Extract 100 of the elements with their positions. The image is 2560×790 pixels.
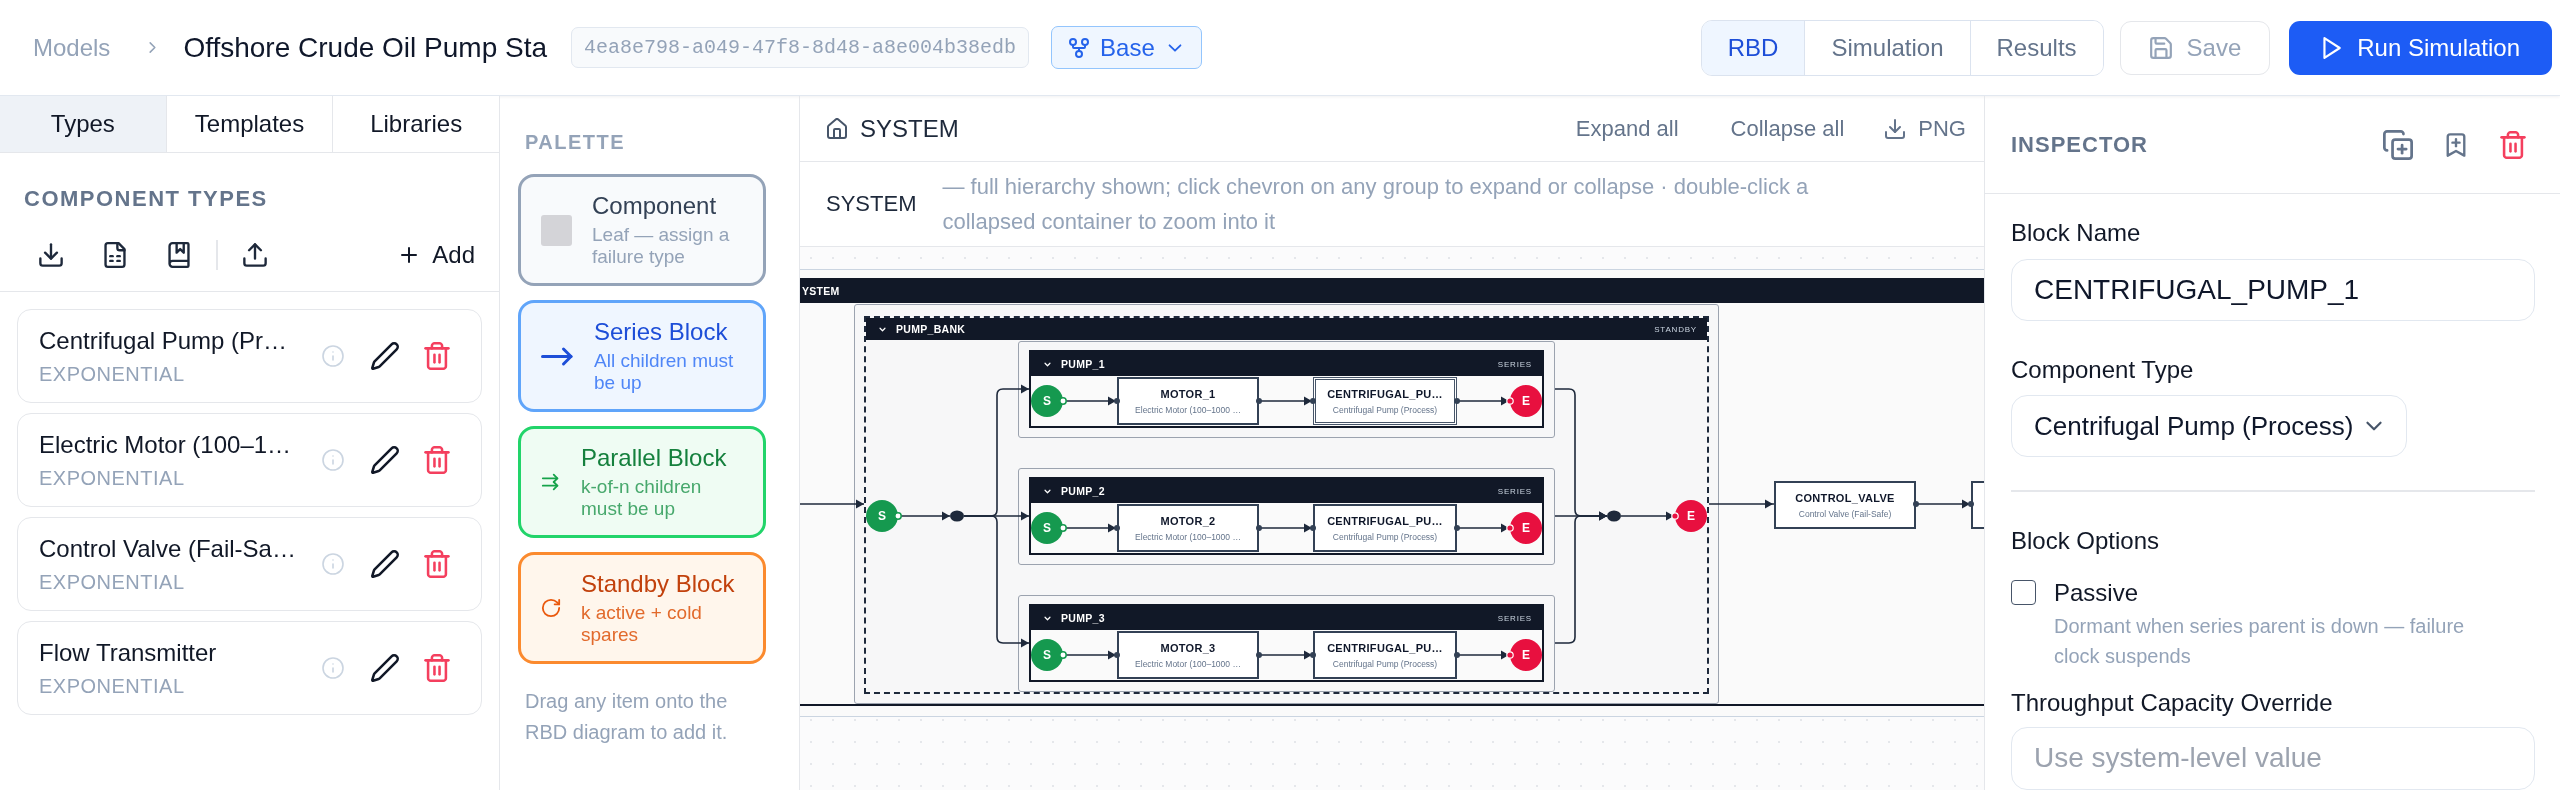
block-name-input[interactable]: CENTRIFUGAL_PUMP_1 xyxy=(2011,259,2535,321)
palette-item[interactable]: Series Block All children must be up xyxy=(518,300,766,412)
checkbox-hint: Dormant when series parent is down — failure clock suspends xyxy=(2054,613,2466,669)
field-label: Component Type xyxy=(2011,356,2194,384)
component-type-name: Electric Motor (100–1… xyxy=(39,430,292,459)
block-type: Centrifugal Pump (Process) xyxy=(1332,658,1438,669)
group-label: PUMP_1 xyxy=(1061,358,1106,370)
export-button[interactable]: PNG xyxy=(1884,115,1966,142)
upload-icon[interactable] xyxy=(241,242,268,268)
block-node[interactable]: MOTOR_1 Electric Motor (100–1000 … xyxy=(1117,377,1259,425)
rotate-icon xyxy=(541,598,561,618)
component-type-card[interactable]: Flow Transmitter EXPONENTIAL xyxy=(17,621,482,715)
block-type: Control Valve (Fail-Safe) xyxy=(1798,508,1892,519)
block-name: MOTOR_2 xyxy=(1160,514,1216,527)
block-name: MOTOR_3 xyxy=(1160,641,1216,654)
block-node[interactable] xyxy=(1971,481,1984,529)
group-type-label: SERIES xyxy=(1497,359,1532,369)
block-name: MOTOR_1 xyxy=(1160,387,1216,400)
component-type-card[interactable]: Electric Motor (100–1… EXPONENTIAL xyxy=(17,413,482,507)
block-node[interactable]: CENTRIFUGAL_PU… Centrifugal Pump (Process) xyxy=(1313,631,1457,679)
distribution-label: EXPONENTIAL xyxy=(39,362,185,386)
palette-item-description: k active + cold spares xyxy=(581,602,703,646)
run-simulation-button[interactable]: Run Simulation xyxy=(2289,20,2552,75)
trash-icon[interactable] xyxy=(423,550,451,578)
field-label: Throughput Capacity Override xyxy=(2011,688,2333,717)
book-icon[interactable] xyxy=(166,242,192,268)
copy-plus-icon[interactable] xyxy=(2383,129,2413,160)
group-header[interactable]: PUMP_2 SERIES xyxy=(1031,479,1542,503)
connector-arrow xyxy=(1059,650,1120,660)
toolbar-link[interactable]: Expand all xyxy=(1575,115,1679,142)
download-icon xyxy=(1884,117,1907,140)
palette-item-description: All children must be up xyxy=(594,350,735,394)
capacity-input[interactable]: Use system-level value xyxy=(2011,726,2535,790)
connector-arrow xyxy=(1620,511,1679,521)
square-icon xyxy=(541,214,572,246)
group-label: PUMP_2 xyxy=(1061,485,1106,497)
distribution-label: EXPONENTIAL xyxy=(39,674,185,698)
group-label: PUMP_3 xyxy=(1061,612,1106,624)
palette-item[interactable]: Parallel Block k-of-n children must be up xyxy=(518,426,766,538)
block-node[interactable]: CENTRIFUGAL_PU… Centrifugal Pump (Process) xyxy=(1313,504,1457,552)
connector-arrow xyxy=(1454,523,1514,533)
download-icon[interactable] xyxy=(38,242,64,268)
group-header[interactable]: YSTEM xyxy=(800,278,1984,303)
group-type-label: STANDBY xyxy=(1654,324,1697,334)
model-title: Offshore Crude Oil Pump Sta xyxy=(183,31,548,64)
component-type-card[interactable]: Control Valve (Fail-Sa… EXPONENTIAL xyxy=(17,517,482,611)
group-type-label: SERIES xyxy=(1497,613,1532,623)
group-label: PUMP_BANK xyxy=(896,323,967,335)
block-type: Centrifugal Pump (Process) xyxy=(1332,531,1438,542)
palette-item[interactable]: Component Leaf — assign a failure type xyxy=(518,174,766,286)
section-title: COMPONENT TYPES xyxy=(24,186,269,212)
pencil-icon[interactable] xyxy=(371,654,399,682)
block-type: Electric Motor (100–1000 … xyxy=(1135,658,1241,669)
component-type-name: Flow Transmitter xyxy=(39,638,217,667)
palette-item[interactable]: Standby Block k active + cold spares xyxy=(518,552,766,664)
distribution-label: EXPONENTIAL xyxy=(39,570,185,594)
pencil-icon[interactable] xyxy=(371,550,399,578)
view-tab[interactable]: Results xyxy=(1969,20,2103,75)
block-node[interactable]: CENTRIFUGAL_PU… Centrifugal Pump (Process) xyxy=(1313,377,1457,425)
passive-checkbox[interactable] xyxy=(2011,580,2036,605)
trash-icon[interactable] xyxy=(423,446,451,474)
block-node[interactable]: MOTOR_2 Electric Motor (100–1000 … xyxy=(1117,504,1259,552)
palette-item-title: Parallel Block xyxy=(581,444,728,472)
group-header[interactable]: PUMP_1 SERIES xyxy=(1031,352,1542,376)
block-name: CENTRIFUGAL_PU… xyxy=(1327,514,1443,527)
add-button[interactable]: Add xyxy=(388,241,475,269)
component-type-select[interactable]: Centrifugal Pump (Process) xyxy=(2011,395,2407,457)
scope-label: SYSTEM xyxy=(826,191,917,217)
branch-button[interactable]: Base xyxy=(1051,26,1202,69)
connector-arrow xyxy=(1708,499,1775,509)
scope-hint: — full hierarchy shown; click chevron on any group to expand or collapse · double-click a collapsed container to zoom into it xyxy=(942,173,1810,236)
connector-arrow xyxy=(1454,650,1514,660)
sidebar-tab[interactable]: Types xyxy=(0,96,166,152)
component-type-card[interactable]: Centrifugal Pump (Pr… EXPONENTIAL xyxy=(17,309,482,403)
spreadsheet-icon[interactable] xyxy=(102,242,128,268)
trash-icon[interactable] xyxy=(2499,130,2527,159)
group-label: YSTEM xyxy=(802,284,840,297)
palette-item-description: Leaf — assign a failure type xyxy=(592,224,731,268)
trash-icon[interactable] xyxy=(423,342,451,370)
breadcrumb-title: SYSTEM xyxy=(860,114,959,143)
connector-arrow xyxy=(1256,523,1316,533)
distribution-label: EXPONENTIAL xyxy=(39,466,185,490)
view-tab[interactable]: RBD xyxy=(1701,20,1805,75)
pencil-icon[interactable] xyxy=(371,446,399,474)
diagram-canvas[interactable] xyxy=(800,247,1984,790)
block-node[interactable]: MOTOR_3 Electric Motor (100–1000 … xyxy=(1117,631,1259,679)
palette-item-description: k-of-n children must be up xyxy=(581,476,703,520)
block-node[interactable]: CONTROL_VALVE Control Valve (Fail-Safe) xyxy=(1774,481,1916,529)
palette-item-title: Standby Block xyxy=(581,570,736,598)
fork-icon xyxy=(1068,36,1091,59)
block-type: Electric Motor (100–1000 … xyxy=(1135,404,1241,415)
connector-arrow xyxy=(1059,396,1120,406)
connector-arrow xyxy=(1454,396,1514,406)
trash-icon[interactable] xyxy=(423,654,451,682)
pencil-icon[interactable] xyxy=(371,342,399,370)
toolbar-link[interactable]: Collapse all xyxy=(1730,115,1845,142)
component-type-name: Control Valve (Fail-Sa… xyxy=(39,534,296,563)
group-header[interactable]: PUMP_BANK STANDBY xyxy=(866,318,1707,340)
group-header[interactable]: PUMP_3 SERIES xyxy=(1031,606,1542,630)
double-arrow-icon xyxy=(541,472,561,492)
